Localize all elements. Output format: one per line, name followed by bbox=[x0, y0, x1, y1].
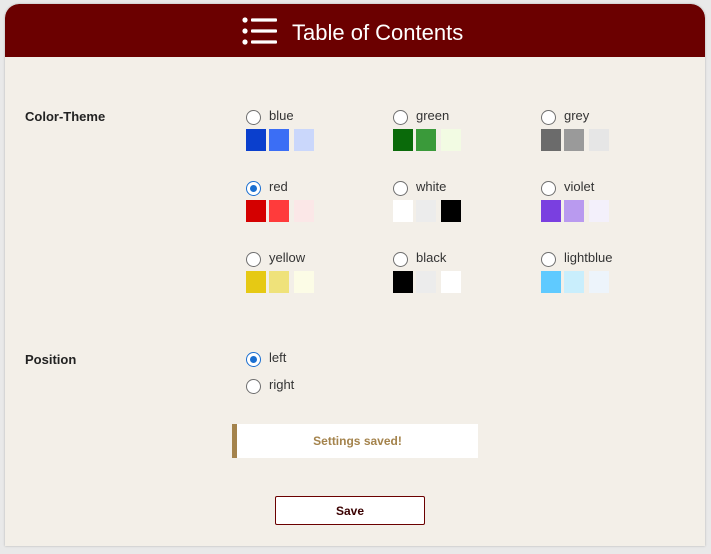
save-button-label: Save bbox=[335, 504, 365, 518]
theme-radio-yellow[interactable] bbox=[246, 252, 261, 267]
color-swatch bbox=[541, 200, 561, 222]
page-title: Table of Contents bbox=[292, 20, 464, 45]
position-option-right[interactable]: right bbox=[246, 377, 366, 397]
theme-option-yellow[interactable]: yellow bbox=[246, 250, 376, 312]
color-swatch bbox=[416, 129, 436, 151]
list-icon bbox=[242, 17, 277, 45]
theme-option-green[interactable]: green bbox=[393, 108, 523, 170]
theme-label-yellow[interactable]: yellow bbox=[269, 250, 305, 265]
color-swatch bbox=[294, 271, 314, 293]
position-label: Position bbox=[25, 352, 77, 367]
theme-label-grey[interactable]: grey bbox=[564, 108, 589, 123]
position-option-left[interactable]: left bbox=[246, 350, 366, 370]
theme-radio-grey[interactable] bbox=[541, 110, 556, 125]
color-swatch bbox=[393, 271, 413, 293]
theme-radio-black[interactable] bbox=[393, 252, 408, 267]
theme-option-black[interactable]: black bbox=[393, 250, 523, 312]
color-swatch bbox=[393, 129, 413, 151]
settings-panel: Table of Contents Color-Theme blue green g… bbox=[5, 4, 705, 546]
color-swatch bbox=[564, 271, 584, 293]
settings-saved-notice: Settings saved! bbox=[232, 424, 478, 458]
position-radio-right[interactable] bbox=[246, 379, 261, 394]
color-swatch bbox=[541, 271, 561, 293]
theme-label-red[interactable]: red bbox=[269, 179, 288, 194]
theme-radio-white[interactable] bbox=[393, 181, 408, 196]
theme-radio-red[interactable] bbox=[246, 181, 261, 196]
color-swatch bbox=[393, 200, 413, 222]
position-radio-left[interactable] bbox=[246, 352, 261, 367]
color-swatch bbox=[541, 129, 561, 151]
theme-label-lightblue[interactable]: lightblue bbox=[564, 250, 612, 265]
theme-option-violet[interactable]: violet bbox=[541, 179, 671, 241]
color-theme-label: Color-Theme bbox=[25, 109, 106, 124]
color-swatch bbox=[246, 271, 266, 293]
color-swatch bbox=[269, 129, 289, 151]
color-swatch bbox=[416, 271, 436, 293]
color-swatch bbox=[416, 200, 436, 222]
color-swatch bbox=[294, 200, 314, 222]
color-swatch bbox=[564, 129, 584, 151]
color-swatch bbox=[269, 271, 289, 293]
color-swatch bbox=[246, 129, 266, 151]
header-bar: Table of Contents bbox=[5, 4, 705, 57]
color-swatch bbox=[294, 129, 314, 151]
theme-option-white[interactable]: white bbox=[393, 179, 523, 241]
color-swatch bbox=[441, 271, 461, 293]
position-label-right[interactable]: right bbox=[269, 377, 294, 392]
theme-label-blue[interactable]: blue bbox=[269, 108, 294, 123]
theme-label-violet[interactable]: violet bbox=[564, 179, 594, 194]
color-swatch bbox=[564, 200, 584, 222]
theme-radio-green[interactable] bbox=[393, 110, 408, 125]
save-button[interactable]: Save bbox=[275, 496, 425, 525]
color-swatch bbox=[589, 271, 609, 293]
theme-radio-lightblue[interactable] bbox=[541, 252, 556, 267]
color-swatch bbox=[589, 129, 609, 151]
color-swatch bbox=[269, 200, 289, 222]
position-label-left[interactable]: left bbox=[269, 350, 286, 365]
theme-option-blue[interactable]: blue bbox=[246, 108, 376, 170]
notice-text: Settings saved! bbox=[313, 434, 402, 448]
color-swatch bbox=[589, 200, 609, 222]
theme-label-white[interactable]: white bbox=[416, 179, 446, 194]
theme-radio-violet[interactable] bbox=[541, 181, 556, 196]
theme-option-red[interactable]: red bbox=[246, 179, 376, 241]
theme-option-lightblue[interactable]: lightblue bbox=[541, 250, 671, 312]
theme-label-green[interactable]: green bbox=[416, 108, 449, 123]
color-swatch bbox=[246, 200, 266, 222]
color-swatch bbox=[441, 200, 461, 222]
theme-radio-blue[interactable] bbox=[246, 110, 261, 125]
theme-option-grey[interactable]: grey bbox=[541, 108, 671, 170]
color-swatch bbox=[441, 129, 461, 151]
theme-label-black[interactable]: black bbox=[416, 250, 446, 265]
